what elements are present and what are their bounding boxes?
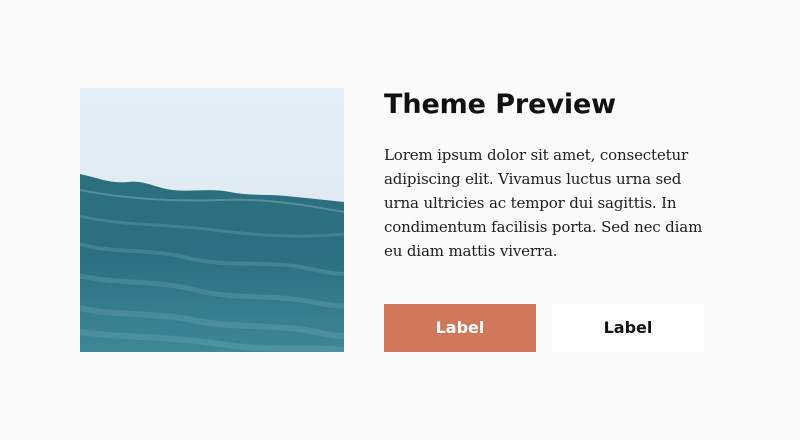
primary-label-button[interactable]: Label	[384, 304, 536, 352]
preview-content: Theme Preview Lorem ipsum dolor sit amet…	[384, 88, 720, 352]
secondary-label-button[interactable]: Label	[552, 304, 704, 352]
theme-preview-card: Theme Preview Lorem ipsum dolor sit amet…	[80, 88, 720, 352]
ocean-waves-image	[80, 88, 344, 352]
preview-body-text: Lorem ipsum dolor sit amet, consectetur …	[384, 146, 703, 260]
preview-title: Theme Preview	[384, 89, 617, 120]
